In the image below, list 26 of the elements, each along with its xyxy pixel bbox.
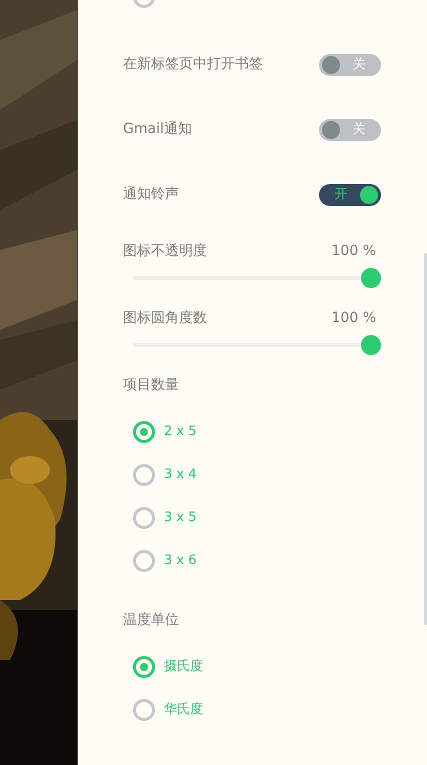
slider-thumb[interactable] <box>361 335 381 355</box>
slider-value: 100 % <box>332 242 377 261</box>
setting-label: 在新标签页中打开书签 <box>123 55 263 74</box>
radio-label[interactable]: 2 x 5 <box>164 422 196 442</box>
radio-label[interactable]: 3 x 6 <box>164 550 196 570</box>
toggle-switch[interactable]: 关 <box>319 54 381 76</box>
radio-label[interactable]: 3 x 4 <box>164 464 196 484</box>
toggle-switch[interactable]: 关 <box>319 118 381 140</box>
slider-thumb[interactable] <box>361 268 381 288</box>
section-title: 温度单位 <box>123 611 180 630</box>
toggle-switch[interactable]: 开 <box>319 184 381 206</box>
radio-button[interactable] <box>133 420 155 442</box>
section-title: 项目数量 <box>123 376 180 395</box>
radio-button[interactable] <box>133 698 155 720</box>
setting-label: 图标圆角度数 <box>123 309 207 328</box>
setting-label: 通知铃声 <box>123 185 179 204</box>
slider-value: 100 % <box>332 309 377 328</box>
radio-button[interactable] <box>133 464 155 486</box>
radio-button[interactable] <box>133 656 155 678</box>
setting-label: 图标不透明度 <box>123 242 207 261</box>
radio-button[interactable] <box>133 550 155 572</box>
setting-label: Gmail通知 <box>123 120 192 139</box>
radio-button[interactable] <box>133 506 155 528</box>
radio-label[interactable]: 3 x 5 <box>164 508 196 528</box>
radio-label[interactable]: 华氏度 <box>164 700 203 720</box>
radio-label[interactable]: 摄氏度 <box>164 656 203 676</box>
